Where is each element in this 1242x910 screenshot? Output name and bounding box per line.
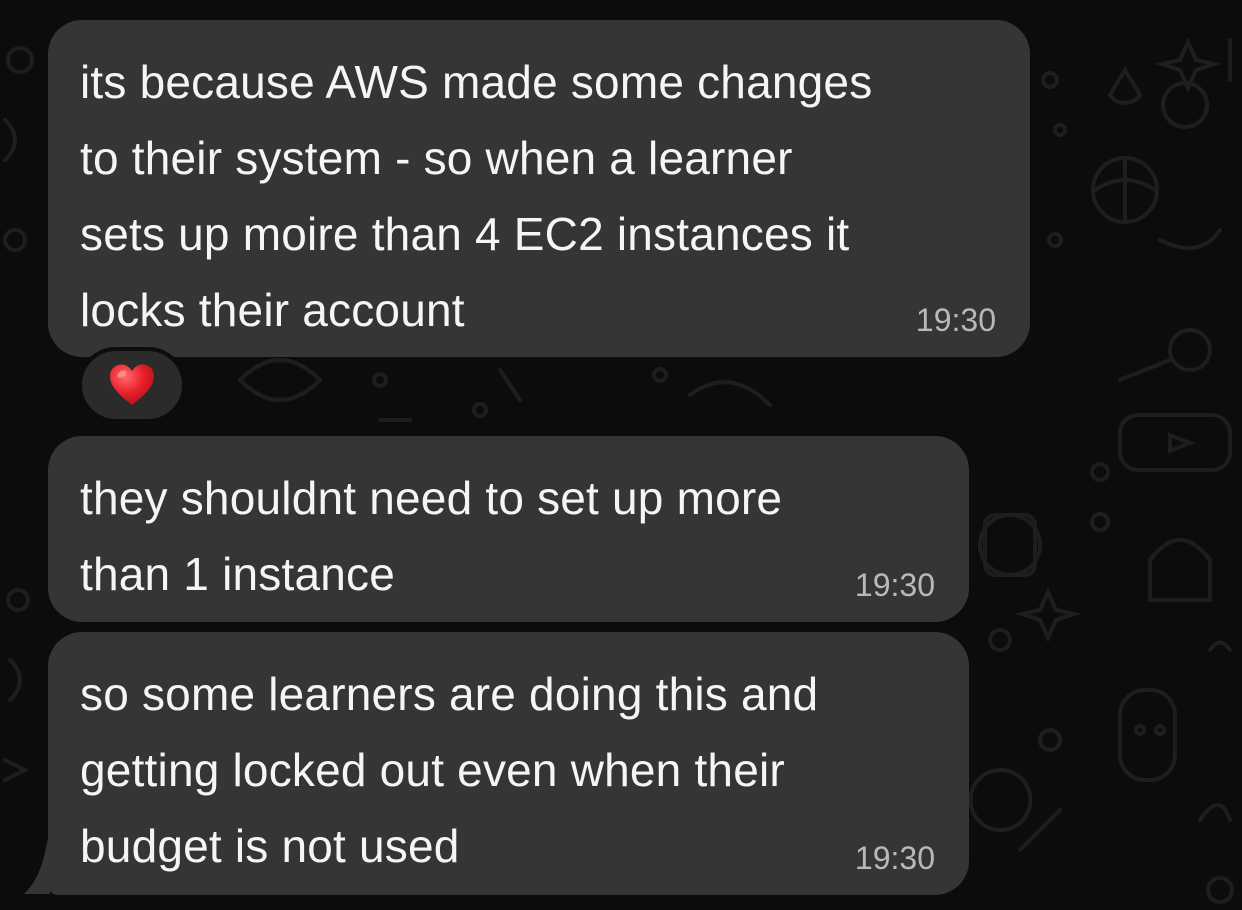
red-heart-icon <box>110 364 154 405</box>
message-timestamp: 19:30 <box>854 567 935 603</box>
message-bubble[interactable]: they shouldnt need to set up more than 1… <box>48 436 969 622</box>
message-text: so some learners are doing this and gett… <box>80 668 819 872</box>
chat-view: its because AWS made some changes to the… <box>0 0 1242 910</box>
message-reaction[interactable] <box>78 347 186 423</box>
message-text: they shouldnt need to set up more than 1… <box>80 472 783 600</box>
message-bubble[interactable]: so some learners are doing this and gett… <box>48 632 969 895</box>
message-timestamp: 19:30 <box>915 302 996 338</box>
message-timestamp: 19:30 <box>854 840 935 876</box>
message-text: its because AWS made some changes to the… <box>80 56 873 336</box>
message-bubble[interactable]: its because AWS made some changes to the… <box>48 20 1030 357</box>
